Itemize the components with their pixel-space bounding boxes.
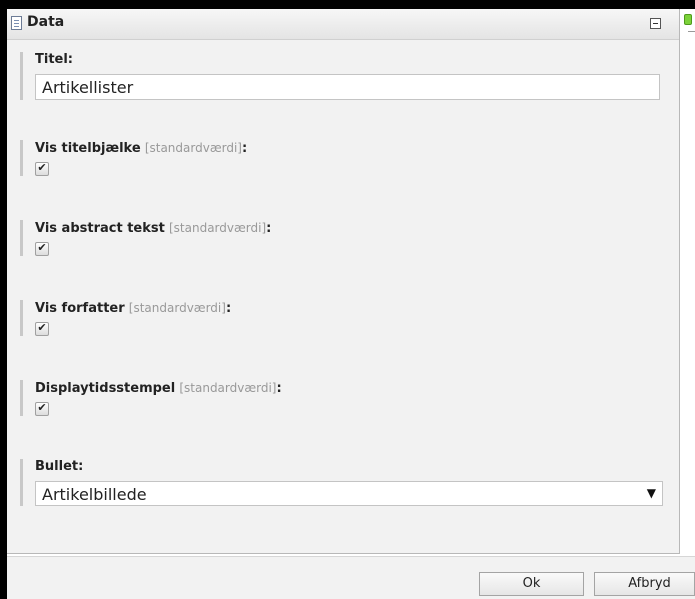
show-abstract-label: Vis abstract tekst xyxy=(35,221,165,236)
cancel-button[interactable]: Afbryd xyxy=(594,572,695,596)
top-border xyxy=(0,0,695,9)
checkmark-icon: ✔ xyxy=(37,241,47,254)
bullet-selected-value: Artikelbillede xyxy=(42,485,147,504)
display-timestamp-group: Displaytidsstempel [standardværdi]: ✔ xyxy=(20,380,282,416)
green-status-icon xyxy=(684,14,692,25)
show-title-bar-group: Vis titelbjælke [standardværdi]: ✔ xyxy=(20,140,247,176)
show-author-checkbox[interactable]: ✔ xyxy=(35,321,49,336)
show-abstract-checkbox[interactable]: ✔ xyxy=(35,241,49,256)
left-border xyxy=(0,0,7,599)
show-title-bar-hint: [standardværdi] xyxy=(144,141,242,155)
title-input[interactable] xyxy=(35,74,660,100)
bullet-label: Bullet: xyxy=(35,459,84,474)
ok-button[interactable]: Ok xyxy=(479,572,584,596)
dialog-footer: Ok Afbryd xyxy=(7,556,695,599)
checkmark-icon: ✔ xyxy=(37,161,47,174)
show-title-bar-checkbox[interactable]: ✔ xyxy=(35,161,49,176)
dialog-frame: Data Titel: Vis titelbjælke [standardvær… xyxy=(0,0,695,599)
panel-title: Data xyxy=(27,14,65,30)
show-abstract-colon: : xyxy=(266,221,272,236)
collapse-icon[interactable] xyxy=(650,18,661,29)
data-panel: Data Titel: Vis titelbjælke [standardvær… xyxy=(7,9,680,554)
show-title-bar-colon: : xyxy=(241,141,248,156)
display-timestamp-colon: : xyxy=(276,381,282,396)
show-author-label: Vis forfatter xyxy=(35,301,125,316)
show-abstract-group: Vis abstract tekst [standardværdi]: ✔ xyxy=(20,220,271,256)
show-author-colon: : xyxy=(225,301,232,316)
show-author-group: Vis forfatter [standardværdi]: ✔ xyxy=(20,300,231,336)
show-author-hint: [standardværdi] xyxy=(128,301,226,315)
divider xyxy=(688,31,695,32)
show-abstract-hint: [standardværdi] xyxy=(168,221,267,235)
checkmark-icon: ✔ xyxy=(37,401,47,414)
document-icon xyxy=(11,16,22,30)
display-timestamp-hint: [standardværdi] xyxy=(179,381,277,395)
bullet-select[interactable]: Artikelbillede ▼ xyxy=(35,481,663,506)
title-field-group: Titel: xyxy=(20,52,660,100)
show-title-bar-label: Vis titelbjælke xyxy=(35,141,141,156)
right-edge-sliver xyxy=(684,14,695,44)
display-timestamp-label: Displaytidsstempel xyxy=(35,381,176,396)
title-field-label: Titel: xyxy=(35,52,74,67)
bullet-field-group: Bullet: Artikelbillede ▼ xyxy=(20,459,663,506)
panel-header: Data xyxy=(7,9,679,40)
checkmark-icon: ✔ xyxy=(37,321,47,334)
dropdown-arrow-icon: ▼ xyxy=(646,486,656,500)
display-timestamp-checkbox[interactable]: ✔ xyxy=(35,401,49,416)
